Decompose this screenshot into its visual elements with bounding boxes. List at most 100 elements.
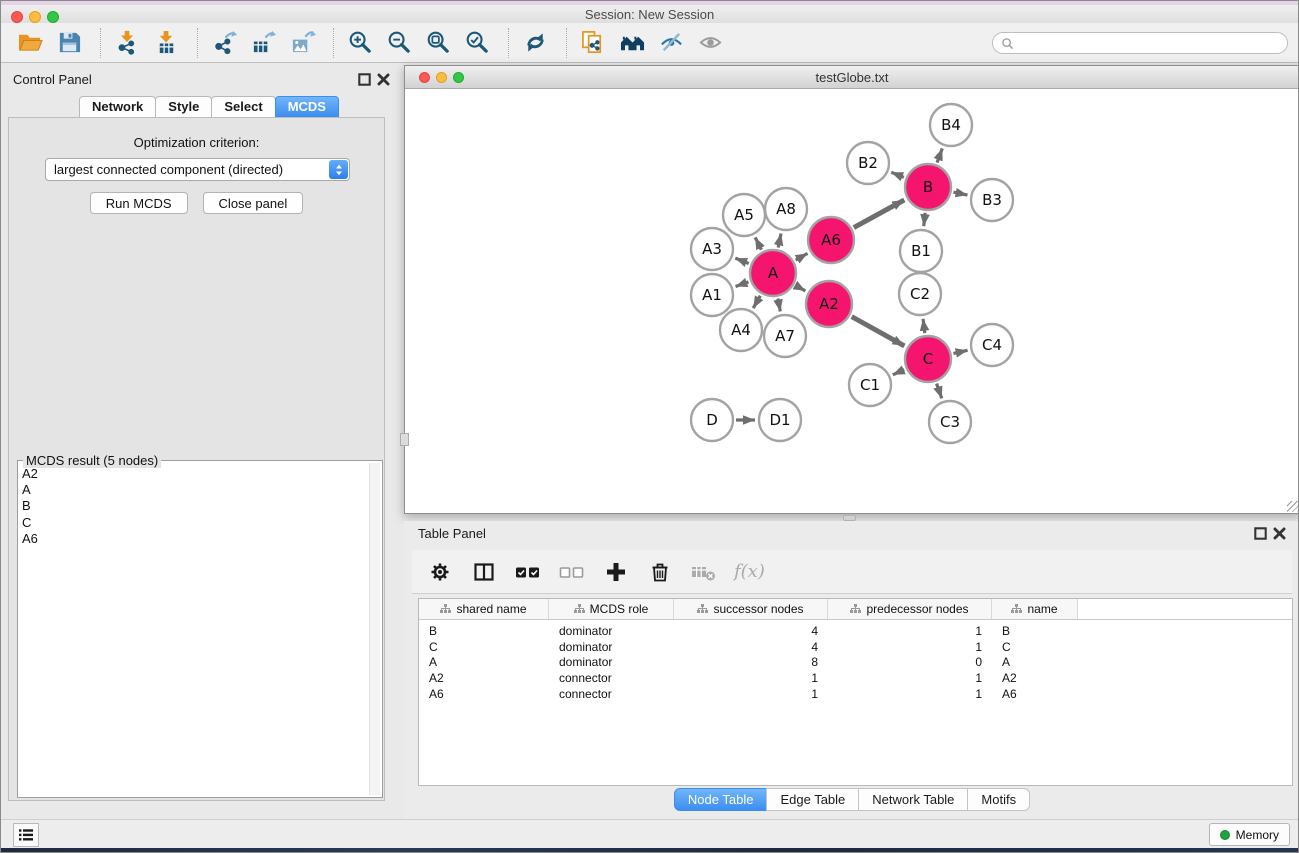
table-cell[interactable]: C bbox=[419, 640, 549, 654]
table-cell[interactable]: 1 bbox=[674, 671, 828, 685]
table-settings-button[interactable] bbox=[426, 559, 453, 585]
graph-edge-B-B4[interactable] bbox=[937, 148, 942, 162]
graph-edge-C-C2[interactable] bbox=[923, 319, 925, 333]
memory-button[interactable]: Memory bbox=[1209, 823, 1290, 846]
graph-node-A1[interactable]: A1 bbox=[691, 274, 733, 316]
graph-node-B[interactable]: B bbox=[905, 164, 951, 210]
table-cell[interactable]: 1 bbox=[828, 671, 992, 685]
graph-node-A4[interactable]: A4 bbox=[720, 309, 762, 351]
table-cell[interactable]: A bbox=[419, 655, 549, 669]
graph-edge-C-C4[interactable] bbox=[953, 350, 967, 353]
tab-motifs[interactable]: Motifs bbox=[967, 788, 1030, 811]
graph-node-A5[interactable]: A5 bbox=[723, 194, 765, 236]
import-network-button[interactable] bbox=[110, 26, 144, 60]
network-window-left-grip[interactable] bbox=[400, 433, 409, 446]
new-network-from-selection-button[interactable] bbox=[576, 26, 610, 60]
export-image-button[interactable] bbox=[285, 26, 319, 60]
column-header-predecessor-nodes[interactable]: predecessor nodes bbox=[828, 599, 992, 619]
graph-edge-A-A2[interactable] bbox=[796, 286, 806, 291]
graph-node-A2[interactable]: A2 bbox=[806, 281, 852, 327]
show-panels-button[interactable] bbox=[13, 823, 39, 847]
table-cell[interactable]: connector bbox=[549, 671, 674, 685]
network-canvas[interactable]: B4B2BB3A8A5A6A3B1AA1C2A2A4A7C4CC1DD1C3 bbox=[405, 90, 1299, 513]
tab-network-table[interactable]: Network Table bbox=[858, 788, 968, 811]
save-session-button[interactable] bbox=[52, 26, 86, 60]
table-cell[interactable]: B bbox=[419, 624, 549, 638]
close-panel-button[interactable]: Close panel bbox=[203, 192, 304, 214]
graph-node-C1[interactable]: C1 bbox=[849, 364, 891, 406]
result-scrollbar[interactable] bbox=[369, 463, 380, 795]
graph-edge-C-C1[interactable] bbox=[893, 370, 904, 375]
zoom-fit-button[interactable] bbox=[421, 26, 455, 60]
table-row[interactable]: Bdominator41B bbox=[419, 623, 1292, 639]
column-header-shared-name[interactable]: shared name bbox=[419, 599, 549, 619]
graph-edge-A-A4[interactable] bbox=[753, 296, 760, 309]
table-cell[interactable]: dominator bbox=[549, 624, 674, 638]
result-item[interactable]: A2 bbox=[22, 466, 366, 482]
unselect-all-columns-button[interactable] bbox=[558, 559, 585, 585]
search-input[interactable] bbox=[1019, 36, 1279, 51]
graph-node-B2[interactable]: B2 bbox=[847, 142, 889, 184]
criterion-select[interactable]: largest connected component (directed) bbox=[45, 158, 350, 181]
result-item[interactable]: C bbox=[22, 515, 366, 531]
control-panel-float-button[interactable] bbox=[358, 73, 371, 86]
graph-edge-A2-C[interactable] bbox=[852, 317, 905, 346]
select-all-columns-button[interactable] bbox=[514, 559, 541, 585]
graph-node-C4[interactable]: C4 bbox=[971, 324, 1013, 366]
result-item[interactable]: A bbox=[22, 482, 366, 498]
run-mcds-button[interactable]: Run MCDS bbox=[90, 192, 188, 214]
graph-edge-A-A5[interactable] bbox=[755, 237, 761, 249]
tab-style[interactable]: Style bbox=[155, 96, 212, 118]
table-panel-float-button[interactable] bbox=[1254, 527, 1267, 540]
graph-node-D[interactable]: D bbox=[691, 399, 733, 441]
graph-edge-A6-B[interactable] bbox=[854, 200, 904, 228]
table-cell[interactable]: 4 bbox=[674, 640, 828, 654]
table-cell[interactable]: 4 bbox=[674, 624, 828, 638]
column-view-mode-button[interactable] bbox=[470, 559, 497, 585]
tab-node-table[interactable]: Node Table bbox=[674, 788, 768, 811]
export-network-button[interactable] bbox=[207, 26, 241, 60]
graph-edge-A-A7[interactable] bbox=[778, 299, 780, 312]
graph-node-A[interactable]: A bbox=[750, 250, 796, 296]
graph-edge-B-B1[interactable] bbox=[924, 213, 925, 226]
graph-edge-B-B2[interactable] bbox=[891, 172, 904, 177]
export-table-button[interactable] bbox=[246, 26, 280, 60]
tab-edge-table[interactable]: Edge Table bbox=[766, 788, 859, 811]
table-cell[interactable]: 1 bbox=[828, 687, 992, 701]
graph-node-C[interactable]: C bbox=[905, 336, 951, 382]
result-item[interactable]: A6 bbox=[22, 531, 366, 547]
table-row[interactable]: A2connector11A2 bbox=[419, 670, 1292, 686]
table-cell[interactable]: A bbox=[992, 655, 1078, 669]
tab-select[interactable]: Select bbox=[211, 96, 275, 118]
table-cell[interactable]: connector bbox=[549, 687, 674, 701]
table-cell[interactable]: A2 bbox=[992, 671, 1078, 685]
first-neighbors-button[interactable] bbox=[615, 26, 649, 60]
zoom-out-button[interactable] bbox=[382, 26, 416, 60]
table-row[interactable]: Cdominator41C bbox=[419, 639, 1292, 655]
show-all-button[interactable] bbox=[693, 26, 727, 60]
table-cell[interactable]: 8 bbox=[674, 655, 828, 669]
column-header-name[interactable]: name bbox=[992, 599, 1078, 619]
apply-layout-button[interactable] bbox=[518, 26, 552, 60]
control-panel-close-button[interactable] bbox=[377, 73, 390, 86]
graph-edge-C-C3[interactable] bbox=[937, 384, 942, 399]
table-panel-close-button[interactable] bbox=[1273, 527, 1286, 540]
zoom-selected-button[interactable] bbox=[460, 26, 494, 60]
import-table-button[interactable] bbox=[149, 26, 183, 60]
result-item[interactable]: B bbox=[22, 498, 366, 514]
graph-node-A6[interactable]: A6 bbox=[808, 217, 854, 263]
graph-edge-A-A8[interactable] bbox=[778, 233, 781, 247]
table-row[interactable]: Adominator80A bbox=[419, 655, 1292, 671]
table-cell[interactable]: 0 bbox=[828, 655, 992, 669]
graph-node-B4[interactable]: B4 bbox=[930, 104, 972, 146]
table-cell[interactable]: A6 bbox=[419, 687, 549, 701]
graph-node-A7[interactable]: A7 bbox=[764, 315, 806, 357]
graph-node-A3[interactable]: A3 bbox=[691, 228, 733, 270]
window-resize-grip[interactable] bbox=[1287, 501, 1298, 512]
table-cell[interactable]: A6 bbox=[992, 687, 1078, 701]
graph-node-C3[interactable]: C3 bbox=[929, 401, 971, 443]
open-session-button[interactable] bbox=[13, 26, 47, 60]
graph-node-B3[interactable]: B3 bbox=[971, 179, 1013, 221]
column-header-successor-nodes[interactable]: successor nodes bbox=[674, 599, 828, 619]
table-cell[interactable]: A2 bbox=[419, 671, 549, 685]
